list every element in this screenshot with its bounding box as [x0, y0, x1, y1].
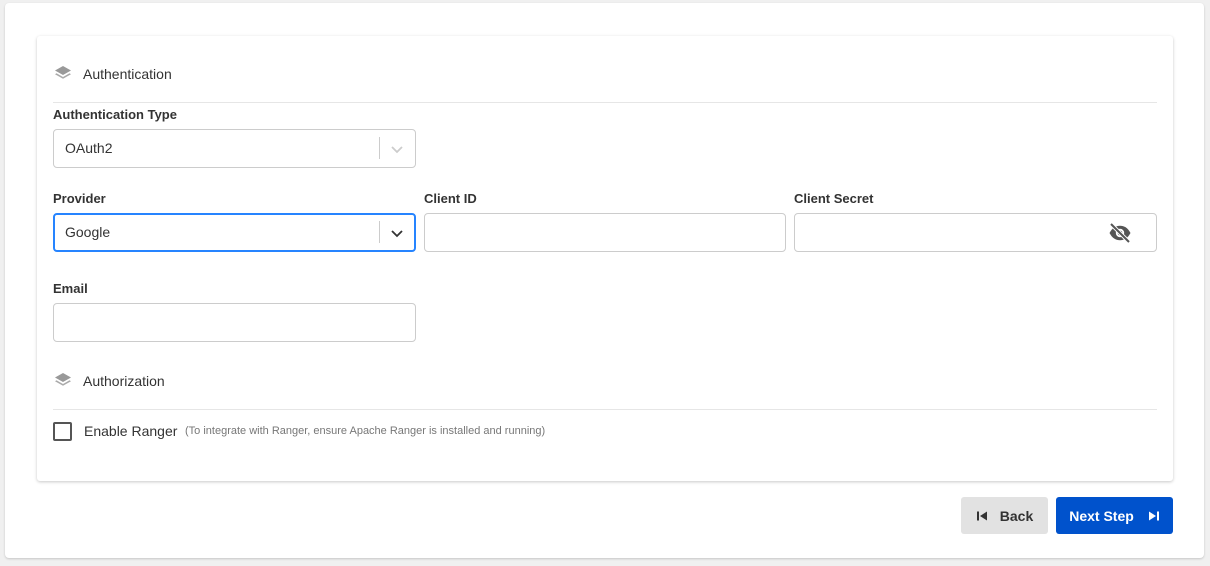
provider-value: Google: [65, 224, 111, 240]
chevron-down-icon[interactable]: [388, 140, 406, 158]
authentication-title: Authentication: [83, 66, 172, 82]
back-button-label: Back: [999, 507, 1034, 524]
client-id-input[interactable]: [424, 213, 786, 252]
authorization-section-header: Authorization: [53, 371, 165, 391]
authentication-type-label: Authentication Type: [53, 107, 177, 122]
email-input[interactable]: [53, 303, 416, 342]
enable-ranger-hint: (To integrate with Ranger, ensure Apache…: [185, 425, 546, 437]
authentication-type-select[interactable]: OAuth2: [53, 129, 416, 168]
enable-ranger-label[interactable]: Enable Ranger: [84, 423, 177, 439]
next-step-button-label: Next Step: [1069, 507, 1134, 524]
layers-icon: [53, 64, 73, 84]
authorization-divider: [53, 409, 1157, 410]
provider-select[interactable]: Google: [53, 213, 416, 252]
enable-ranger-checkbox[interactable]: [53, 422, 72, 441]
provider-label: Provider: [53, 191, 106, 206]
skip-previous-icon: [976, 511, 987, 520]
eye-off-icon[interactable]: [1108, 222, 1132, 244]
auth-card: Authentication Authentication Type OAuth…: [37, 36, 1173, 481]
next-step-button[interactable]: Next Step: [1056, 497, 1173, 534]
client-secret-field[interactable]: [794, 213, 1157, 252]
chevron-down-icon[interactable]: [388, 224, 406, 242]
client-id-label: Client ID: [424, 191, 477, 206]
skip-next-icon: [1148, 511, 1159, 520]
back-button[interactable]: Back: [961, 497, 1048, 534]
layers-icon: [53, 371, 73, 391]
select-separator: [379, 137, 380, 159]
email-label: Email: [53, 281, 88, 296]
authentication-section-header: Authentication: [53, 64, 172, 84]
authentication-type-value: OAuth2: [65, 140, 113, 156]
authorization-title: Authorization: [83, 373, 165, 389]
client-secret-label: Client Secret: [794, 191, 874, 206]
select-separator: [379, 221, 380, 243]
authentication-divider: [53, 102, 1157, 103]
